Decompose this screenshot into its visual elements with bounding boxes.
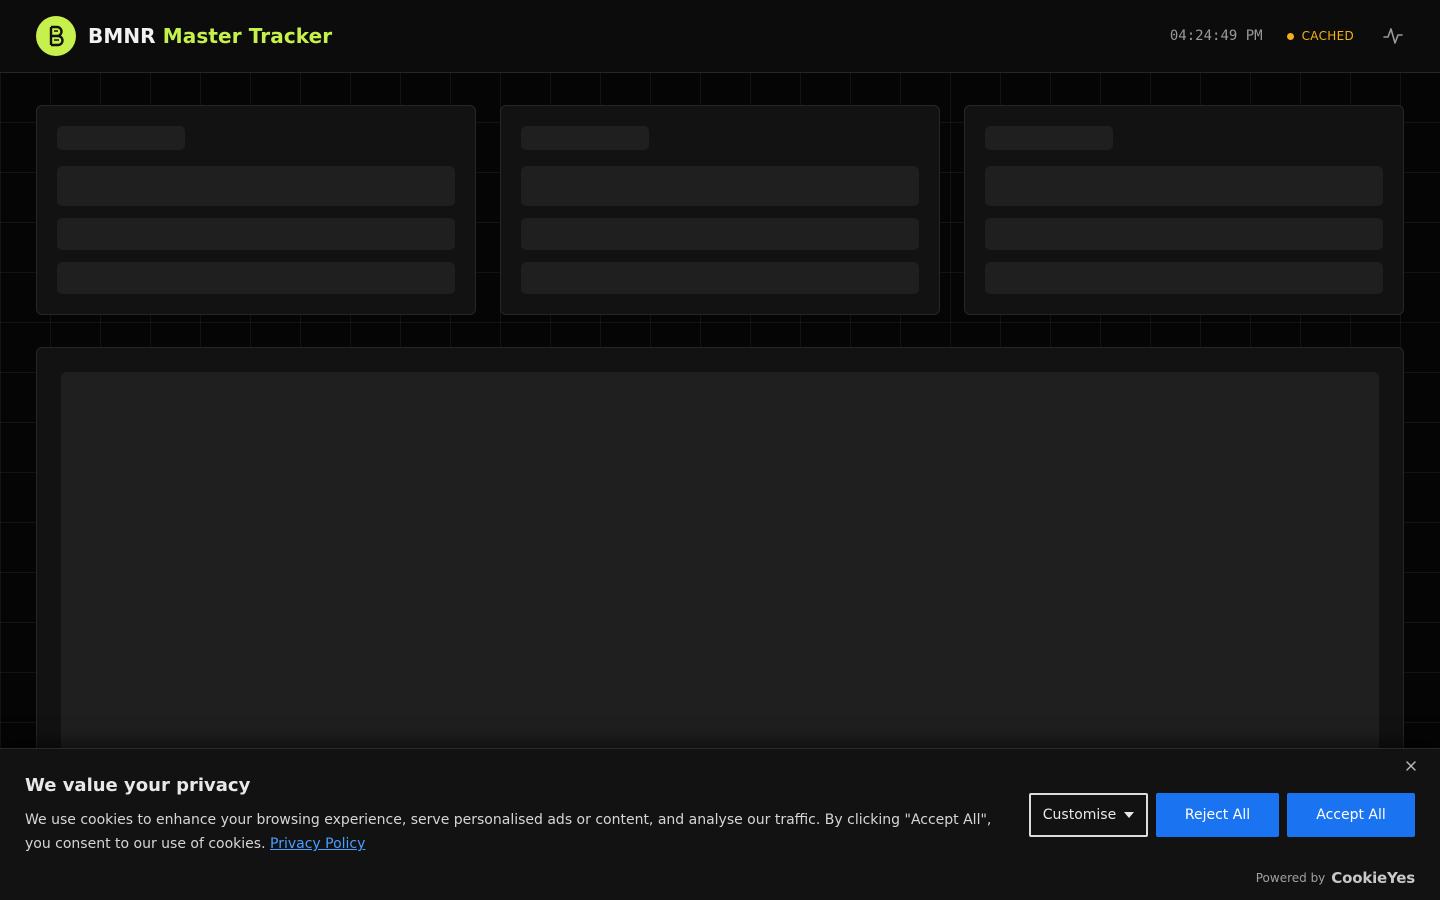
cookie-banner-message: We use cookies to enhance your browsing … [25,812,992,852]
cookie-banner-text: We use cookies to enhance your browsing … [25,808,1015,856]
brand[interactable]: BMNR Master Tracker [36,16,332,56]
skeleton-title [521,126,649,150]
header-status-area: 04:24:49 PM CACHED [1170,25,1404,47]
activity-pulse-icon[interactable] [1382,25,1404,47]
b-logo-icon [36,16,76,56]
skeleton-card-1 [36,105,476,315]
page-title: BMNR Master Tracker [88,24,332,48]
app-header: BMNR Master Tracker 04:24:49 PM CACHED [0,0,1440,73]
customise-label: Customise [1042,807,1117,823]
cookie-banner: We value your privacy We use cookies to … [0,748,1440,900]
skeleton-title [57,126,185,150]
skeleton-bar [57,262,455,294]
clock: 04:24:49 PM [1169,28,1263,44]
status-badge: CACHED [1286,29,1354,43]
skeleton-bar [57,218,455,250]
skeleton-bar [985,166,1383,206]
accept-all-button[interactable]: Accept All [1287,793,1415,837]
skeleton-bar [521,262,919,294]
reject-all-button[interactable]: Reject All [1156,793,1279,837]
privacy-policy-link[interactable]: Privacy Policy [270,836,365,852]
customise-button[interactable]: Customise [1029,793,1148,837]
skeleton-title [985,126,1113,150]
powered-by: Powered by CookieYes [1256,869,1415,887]
status-dot-icon [1286,32,1294,40]
cookie-banner-title: We value your privacy [25,775,251,796]
cookieyes-logo[interactable]: CookieYes [1331,869,1415,887]
skeleton-bar [985,262,1383,294]
skeleton-bar [57,166,455,206]
powered-by-label: Powered by [1255,871,1326,885]
skeleton-bar [985,218,1383,250]
skeleton-bar [521,166,919,206]
status-text: CACHED [1301,29,1354,43]
title-accent: Master Tracker [162,24,333,48]
close-icon[interactable] [1402,757,1420,775]
title-main: BMNR [88,24,156,48]
skeleton-card-3 [964,105,1404,315]
skeleton-bar [521,218,919,250]
skeleton-card-2 [500,105,940,315]
caret-down-icon [1124,812,1135,818]
